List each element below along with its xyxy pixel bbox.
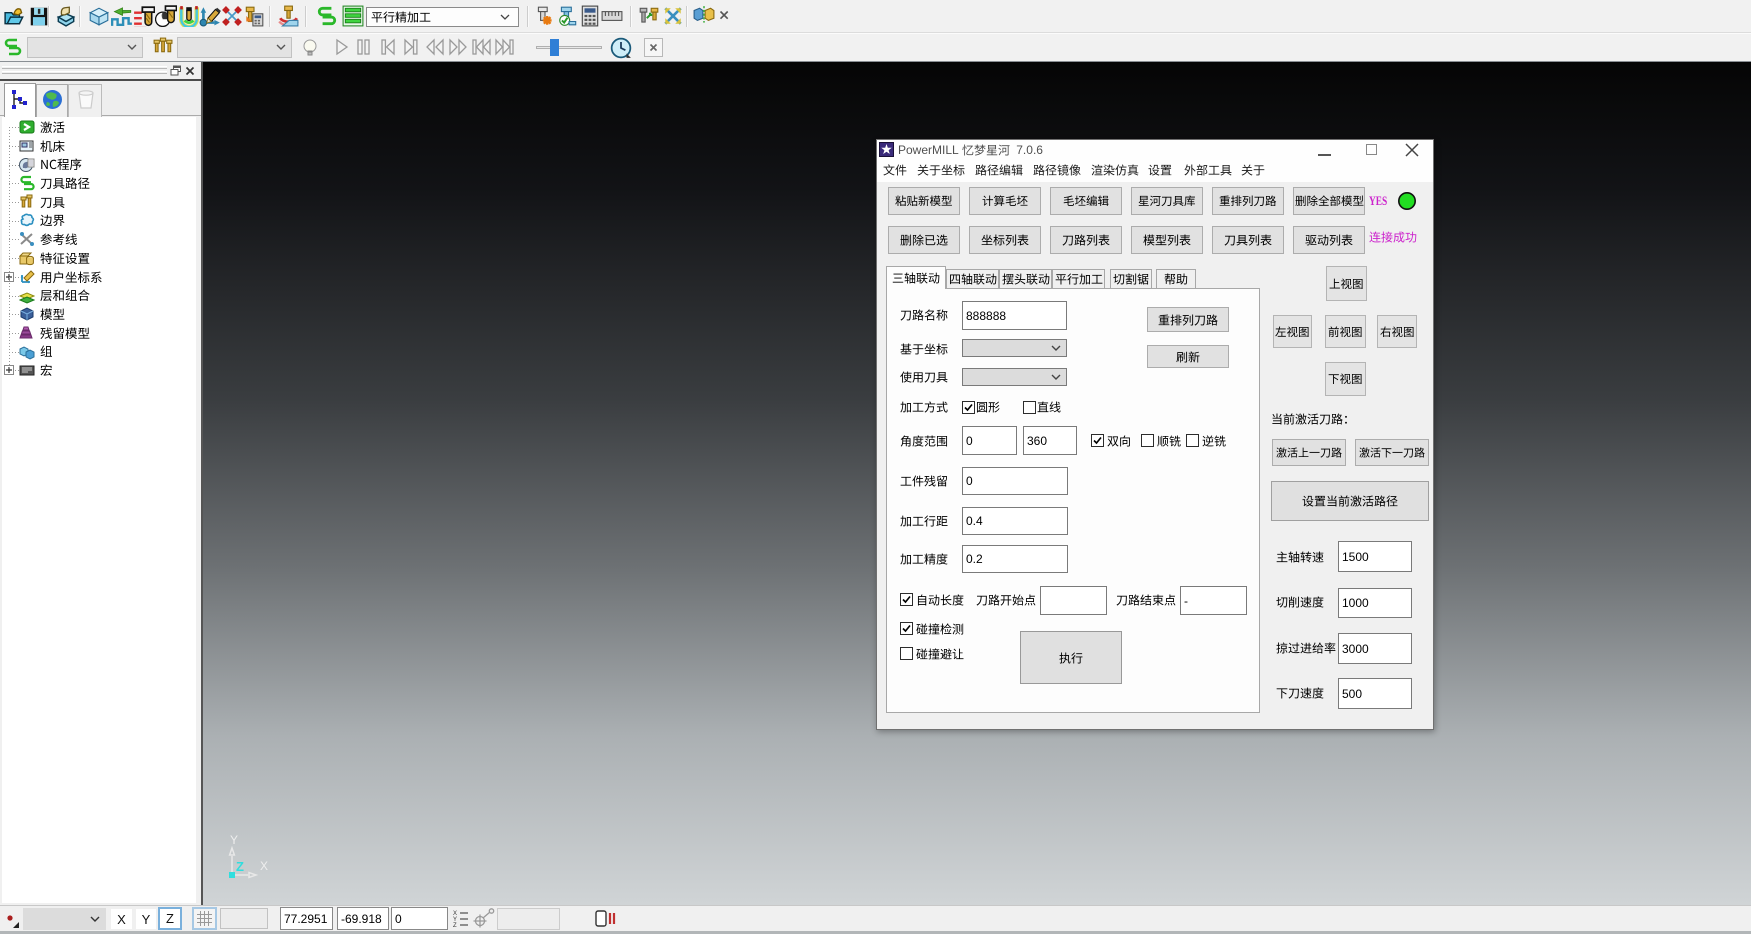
svg-text:X: X <box>260 859 268 873</box>
svg-text:Z: Z <box>453 923 457 928</box>
svg-text:Z: Z <box>236 859 244 874</box>
svg-text:Y: Y <box>230 833 238 847</box>
